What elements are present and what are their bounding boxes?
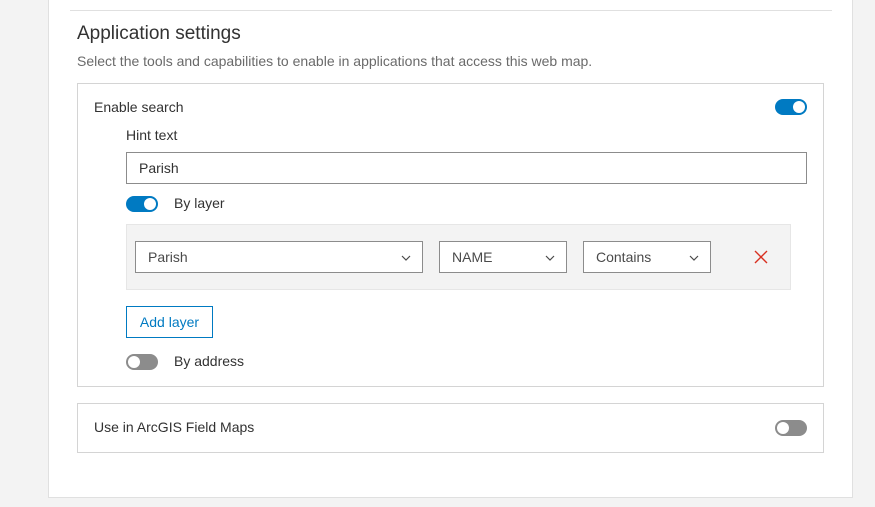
- chevron-down-icon: [401, 255, 411, 261]
- add-layer-button[interactable]: Add layer: [126, 306, 213, 338]
- field-select[interactable]: NAME: [439, 241, 567, 273]
- remove-layer-icon[interactable]: [752, 248, 770, 266]
- section-description: Select the tools and capabilities to ena…: [77, 53, 593, 69]
- by-address-label: By address: [174, 353, 245, 369]
- operator-select-value: Contains: [596, 249, 652, 265]
- search-layer-row: Parish NAME Contains: [126, 224, 791, 290]
- toggle-knob: [144, 198, 156, 210]
- field-maps-card: Use in ArcGIS Field Maps: [77, 403, 824, 453]
- toggle-knob: [128, 356, 140, 368]
- search-settings-card: Enable search Hint text Parish By layer …: [77, 83, 824, 387]
- hint-text-input[interactable]: Parish: [126, 152, 807, 184]
- top-divider: [70, 10, 832, 11]
- chevron-down-icon: [689, 255, 699, 261]
- enable-search-label: Enable search: [94, 99, 184, 115]
- field-maps-label: Use in ArcGIS Field Maps: [94, 419, 255, 435]
- by-layer-toggle[interactable]: [126, 196, 158, 212]
- chevron-down-icon: [545, 255, 555, 261]
- enable-search-toggle[interactable]: [775, 99, 807, 115]
- by-address-toggle[interactable]: [126, 354, 158, 370]
- toggle-knob: [777, 422, 789, 434]
- field-maps-toggle[interactable]: [775, 420, 807, 436]
- field-select-value: NAME: [452, 249, 493, 265]
- by-layer-label: By layer: [174, 195, 225, 211]
- operator-select[interactable]: Contains: [583, 241, 711, 273]
- section-title: Application settings: [77, 23, 241, 44]
- hint-text-label: Hint text: [126, 127, 178, 143]
- layer-select-value: Parish: [148, 249, 188, 265]
- layer-select[interactable]: Parish: [135, 241, 423, 273]
- toggle-knob: [793, 101, 805, 113]
